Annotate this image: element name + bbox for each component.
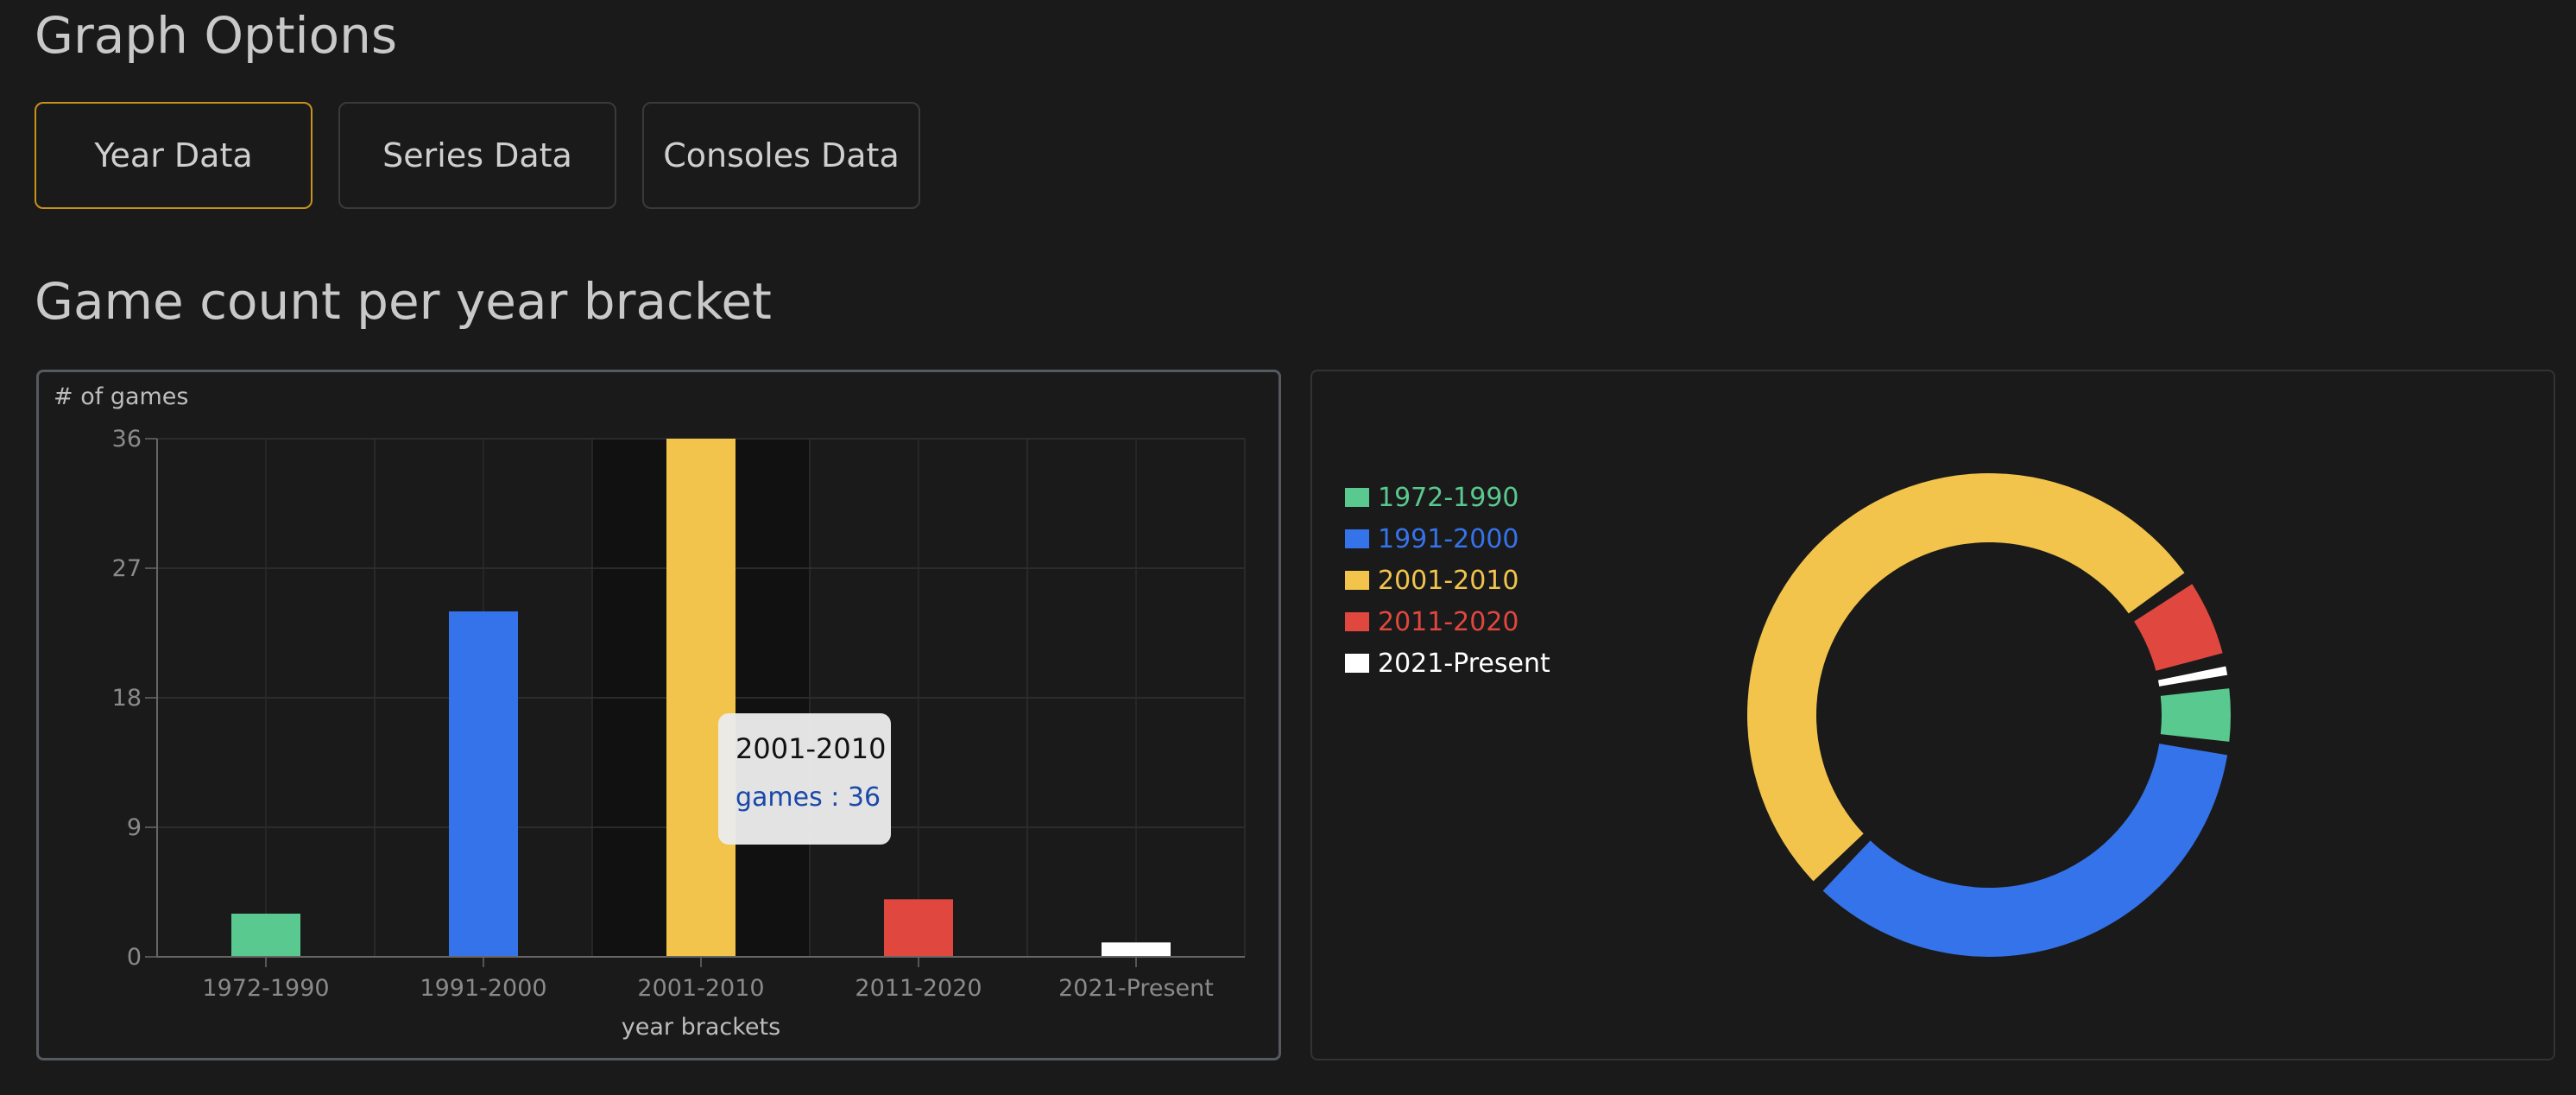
donut-chart bbox=[1747, 473, 2231, 957]
slice-2021-present[interactable] bbox=[2157, 666, 2228, 687]
legend-item-1991-2000[interactable]: 1991-2000 bbox=[1345, 518, 1550, 560]
legend-label: 1991-2000 bbox=[1378, 523, 1519, 554]
donut-legend: 1972-1990 1991-2000 2001-2010 2011-2020 2021… bbox=[1345, 477, 1550, 684]
slice-1972-1990[interactable] bbox=[2160, 688, 2231, 742]
legend-label: 2021-Present bbox=[1378, 648, 1550, 679]
legend-item-1972-1990[interactable]: 1972-1990 bbox=[1345, 477, 1550, 518]
legend-swatch bbox=[1345, 571, 1369, 590]
legend-swatch bbox=[1345, 529, 1369, 548]
slice-1991-2000[interactable] bbox=[1822, 744, 2228, 957]
legend-item-2001-2010[interactable]: 2001-2010 bbox=[1345, 560, 1550, 601]
slice-2001-2010[interactable] bbox=[1747, 473, 2185, 882]
legend-label: 2001-2010 bbox=[1378, 565, 1519, 596]
legend-label: 1972-1990 bbox=[1378, 482, 1519, 513]
legend-label: 2011-2020 bbox=[1378, 606, 1519, 637]
legend-swatch bbox=[1345, 612, 1369, 631]
legend-swatch bbox=[1345, 654, 1369, 673]
legend-item-2011-2020[interactable]: 2011-2020 bbox=[1345, 601, 1550, 642]
legend-swatch bbox=[1345, 488, 1369, 507]
legend-item-2021-present[interactable]: 2021-Present bbox=[1345, 642, 1550, 684]
